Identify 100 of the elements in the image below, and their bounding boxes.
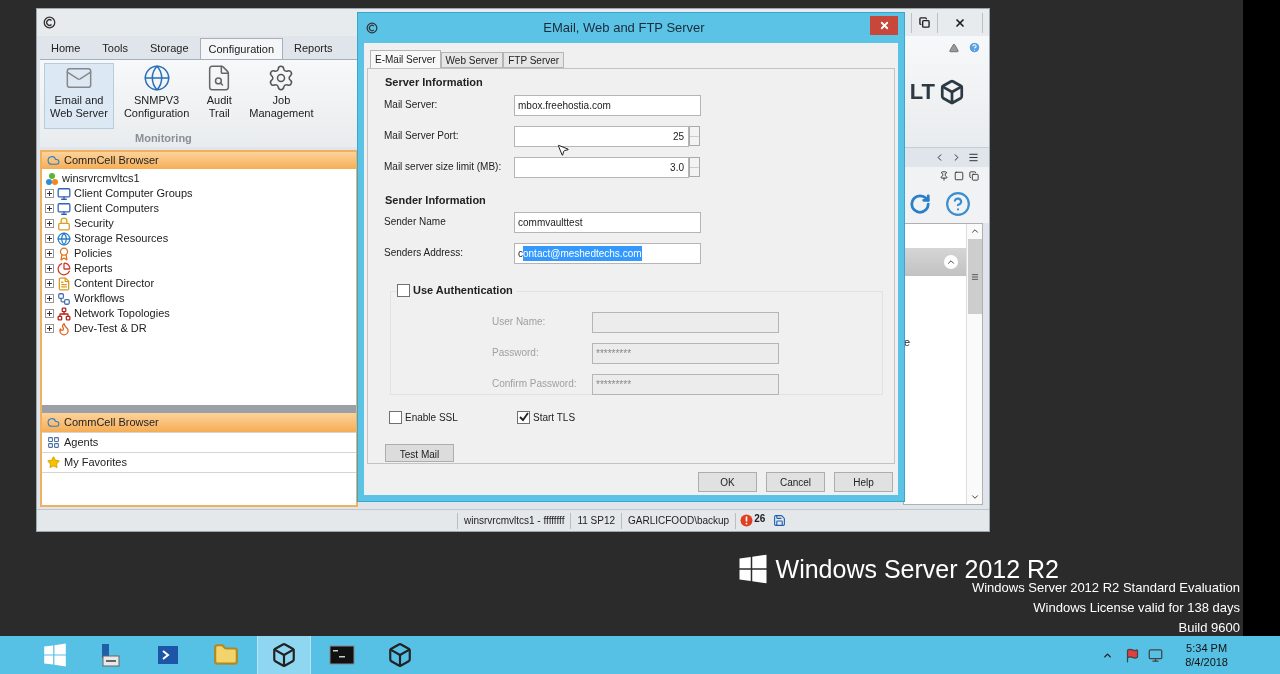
- computer-icon: [57, 186, 71, 201]
- expand-toggle[interactable]: [45, 309, 54, 318]
- cloud-icon: [47, 416, 60, 429]
- restore-icon[interactable]: [969, 171, 979, 181]
- alert-count: 26: [754, 511, 766, 526]
- ribbon-tab[interactable]: Configuration: [199, 38, 283, 59]
- nav-item[interactable]: CommCell Browser: [42, 413, 356, 433]
- expand-toggle[interactable]: [45, 294, 54, 303]
- checkbox[interactable]: [517, 410, 530, 424]
- tree-item[interactable]: winsrvrcmvltcs1: [45, 171, 140, 186]
- tree-item[interactable]: Security: [74, 216, 114, 231]
- dialog-button[interactable]: OK: [698, 472, 757, 492]
- cube-icon: [387, 642, 413, 668]
- alert-icon[interactable]: [740, 514, 754, 527]
- panel-title: CommCell Browser: [64, 153, 159, 169]
- scrollbar-thumb[interactable]: [967, 239, 982, 314]
- maximize-icon[interactable]: [954, 171, 964, 181]
- pin-icon[interactable]: [939, 171, 949, 181]
- tree-item[interactable]: Client Computer Groups: [74, 186, 193, 201]
- input-field[interactable]: mbox.freehostia.com: [514, 94, 701, 116]
- license-text: Build 9600: [1178, 619, 1240, 637]
- ribbon-button[interactable]: Job Management: [243, 63, 320, 129]
- nav-item[interactable]: My Favorites: [42, 453, 356, 473]
- number-field[interactable]: 25: [514, 125, 689, 147]
- checkbox[interactable]: [397, 283, 410, 297]
- expand-toggle[interactable]: [45, 249, 54, 258]
- expand-toggle[interactable]: [45, 189, 54, 198]
- field-label: Mail Server:: [384, 97, 439, 112]
- expand-toggle[interactable]: [45, 324, 54, 333]
- refresh-icon[interactable]: [909, 193, 931, 215]
- pie-chart-icon: [57, 261, 71, 276]
- expand-toggle[interactable]: [45, 234, 54, 243]
- globe-icon: [142, 64, 171, 92]
- dialog-button[interactable]: Cancel: [766, 472, 825, 492]
- restore-icon: [919, 17, 930, 28]
- input-field[interactable]: contact@meshedtechs.com: [514, 243, 701, 264]
- checkbox-label: Enable SSL: [405, 410, 458, 425]
- tree-item[interactable]: Storage Resources: [74, 231, 169, 246]
- expand-toggle[interactable]: [45, 219, 54, 228]
- windows-logo-icon: [737, 554, 768, 584]
- test-mail-button[interactable]: Test Mail: [385, 443, 454, 462]
- lock-icon: [57, 216, 71, 231]
- tree-item[interactable]: Reports: [74, 261, 113, 276]
- tree-item[interactable]: Dev-Test & DR: [74, 321, 147, 336]
- close-button[interactable]: [870, 15, 898, 35]
- scroll-up-icon[interactable]: [969, 226, 980, 236]
- scrollbar[interactable]: [966, 224, 982, 504]
- number-field[interactable]: 3.0: [514, 156, 689, 178]
- command-prompt-icon: [329, 642, 355, 668]
- status-text: winsrvrcmvltcs1 - ffffffff: [457, 512, 571, 529]
- ribbon-button[interactable]: Email and Web Server: [44, 63, 114, 129]
- mouse-pointer-icon: [556, 142, 570, 158]
- ribbon-tab[interactable]: Reports: [283, 38, 344, 59]
- field-label: Senders Address:: [384, 246, 464, 260]
- tree-item[interactable]: Network Topologies: [74, 306, 170, 321]
- ribbon-button[interactable]: Audit Trail: [199, 63, 240, 129]
- cube-icon: [271, 642, 297, 668]
- close-icon: [878, 19, 890, 31]
- ribbon-tab[interactable]: Home: [40, 38, 92, 59]
- ribbon-tab[interactable]: Tools: [91, 38, 140, 59]
- text-fragment: e: [904, 335, 911, 350]
- ribbon-button[interactable]: SNMPV3 Configuration: [117, 63, 196, 129]
- tree-item[interactable]: Content Director: [74, 276, 155, 291]
- clock[interactable]: 5:34 PM 8/4/2018: [1185, 641, 1228, 669]
- dialog-button[interactable]: Help: [834, 472, 893, 492]
- ribbon-tab[interactable]: Storage: [139, 38, 200, 59]
- tree-item[interactable]: Client Computers: [74, 201, 159, 216]
- close-icon: [954, 16, 966, 29]
- field-label: Mail Server Port:: [384, 128, 460, 143]
- input-field[interactable]: [592, 311, 779, 333]
- eject-icon[interactable]: [948, 42, 960, 53]
- field-label: User Name:: [492, 314, 547, 329]
- expand-toggle[interactable]: [45, 204, 54, 213]
- dialog-tab[interactable]: Web Server: [440, 52, 504, 68]
- grip-icon: [970, 272, 979, 281]
- cloud-icon: [47, 154, 60, 167]
- tree-item[interactable]: Policies: [74, 246, 112, 261]
- taskbar-app[interactable]: [257, 636, 311, 674]
- save-icon[interactable]: [773, 514, 787, 527]
- computer-icon: [57, 201, 71, 216]
- scroll-down-icon[interactable]: [969, 492, 980, 502]
- expand-toggle[interactable]: [45, 279, 54, 288]
- dialog-tab[interactable]: E-Mail Server: [370, 50, 441, 68]
- help-icon[interactable]: [945, 191, 971, 217]
- license-text: Windows Server 2012 R2 Standard Evaluation: [971, 579, 1240, 597]
- app-logo-icon: [366, 22, 378, 34]
- dialog-tab[interactable]: FTP Server: [503, 52, 565, 68]
- cube-icon: [939, 79, 965, 105]
- workflow-icon: [57, 291, 71, 306]
- collapse-button[interactable]: [944, 255, 958, 269]
- license-text: Windows License valid for 138 days: [1033, 599, 1240, 617]
- grid-icon: [47, 436, 60, 449]
- close-button[interactable]: [937, 12, 983, 33]
- ribbon-badge-icon: [57, 246, 71, 261]
- input-field[interactable]: commvaulttest: [514, 212, 701, 233]
- checkbox[interactable]: [389, 410, 402, 424]
- tree-item[interactable]: Workflows: [74, 291, 125, 306]
- expand-toggle[interactable]: [45, 264, 54, 273]
- flag-icon[interactable]: [1125, 647, 1141, 663]
- list-icon[interactable]: [968, 152, 979, 163]
